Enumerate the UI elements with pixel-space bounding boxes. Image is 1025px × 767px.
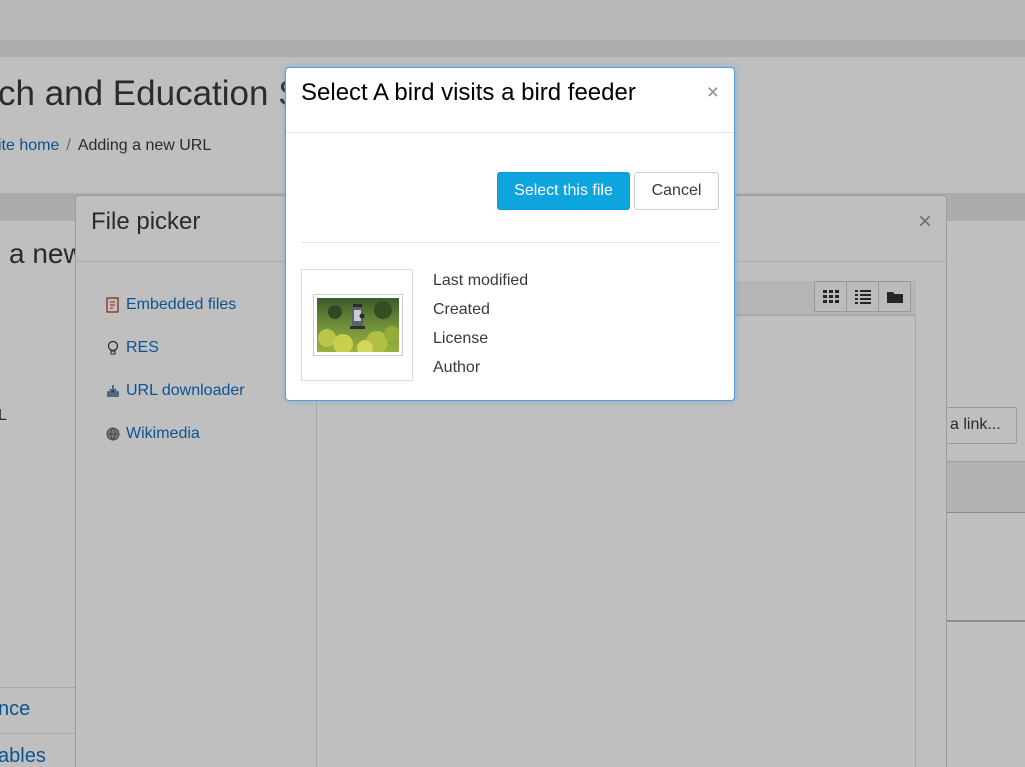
select-file-divider bbox=[301, 242, 720, 243]
meta-created: Created bbox=[433, 301, 490, 318]
select-this-file-button[interactable]: Select this file bbox=[497, 172, 630, 210]
select-file-dialog: Select A bird visits a bird feeder × Sel… bbox=[285, 67, 735, 401]
select-file-close-button[interactable]: × bbox=[707, 81, 719, 105]
cancel-button[interactable]: Cancel bbox=[634, 172, 719, 210]
file-thumbnail-frame bbox=[301, 269, 413, 381]
meta-last-modified: Last modified bbox=[433, 272, 529, 289]
meta-license: License bbox=[433, 330, 489, 347]
file-thumbnail bbox=[313, 294, 403, 356]
meta-author: Author bbox=[433, 359, 481, 376]
file-metadata-list: Last modified Created License Author bbox=[433, 268, 528, 384]
select-file-title: Select A bird visits a bird feeder bbox=[301, 79, 636, 106]
bird-feeder-photo bbox=[317, 298, 399, 352]
select-file-header: Select A bird visits a bird feeder × bbox=[286, 68, 734, 133]
